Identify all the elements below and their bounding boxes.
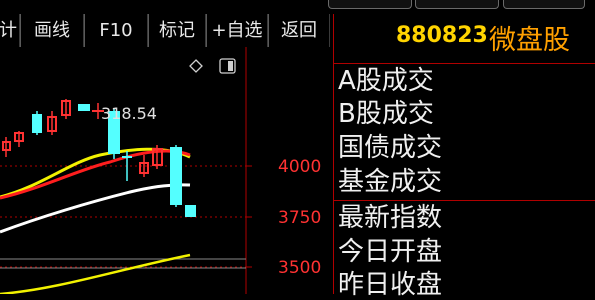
axis-label: 3750: [278, 208, 321, 228]
axis-label: 4000: [278, 157, 321, 177]
stock-code: 880823: [396, 23, 488, 48]
candle-up: [152, 145, 163, 169]
candle-down: [170, 145, 182, 207]
a-share-volume-label: A股成交: [338, 66, 434, 96]
mark-button[interactable]: 标记: [148, 14, 206, 47]
today-open-label: 今日开盘: [338, 237, 443, 267]
toolbar-button-cut[interactable]: 计: [0, 14, 20, 47]
latest-index-label: 最新指数: [338, 203, 443, 233]
quote-panel: 880823 微盘股 A股成交 B股成交 国债成交 基金成交 最新指数 今日开盘…: [333, 14, 595, 298]
stock-name: 微盘股: [489, 25, 570, 56]
diamond-icon[interactable]: [189, 59, 203, 73]
prev-close-label: 昨日收盘: [338, 270, 443, 300]
candle-up: [47, 111, 57, 135]
window-tab[interactable]: [503, 0, 585, 9]
candle-down: [78, 104, 90, 111]
add-favorite-button[interactable]: +自选: [206, 14, 268, 47]
quote-header: 880823 微盘股: [334, 14, 595, 64]
draw-line-button[interactable]: 画线: [20, 14, 84, 47]
section-divider: [334, 200, 595, 201]
back-button[interactable]: 返回: [268, 14, 330, 47]
bond-volume-label: 国债成交: [338, 133, 443, 163]
toolbar: 计 画线 F10 标记 +自选 返回: [0, 14, 330, 47]
candle-down: [185, 205, 196, 217]
candle-up: [2, 137, 11, 157]
candle-up: [14, 131, 24, 147]
candle-down: [32, 111, 42, 135]
window-icon[interactable]: [219, 58, 236, 74]
window-tab[interactable]: [328, 0, 412, 9]
ma-line-yellow-long: [0, 253, 191, 294]
window-tab[interactable]: [415, 0, 499, 9]
f10-button[interactable]: F10: [84, 14, 148, 47]
candle-up: [61, 99, 71, 119]
kline-chart[interactable]: 318.54 4000 3750 3500: [0, 47, 330, 294]
price-tag: 318.54: [101, 104, 157, 123]
b-share-volume-label: B股成交: [338, 99, 434, 129]
ma-line-white: [0, 183, 191, 234]
axis-label: 3500: [278, 258, 321, 278]
top-strip: [0, 0, 595, 14]
fund-volume-label: 基金成交: [338, 167, 443, 197]
